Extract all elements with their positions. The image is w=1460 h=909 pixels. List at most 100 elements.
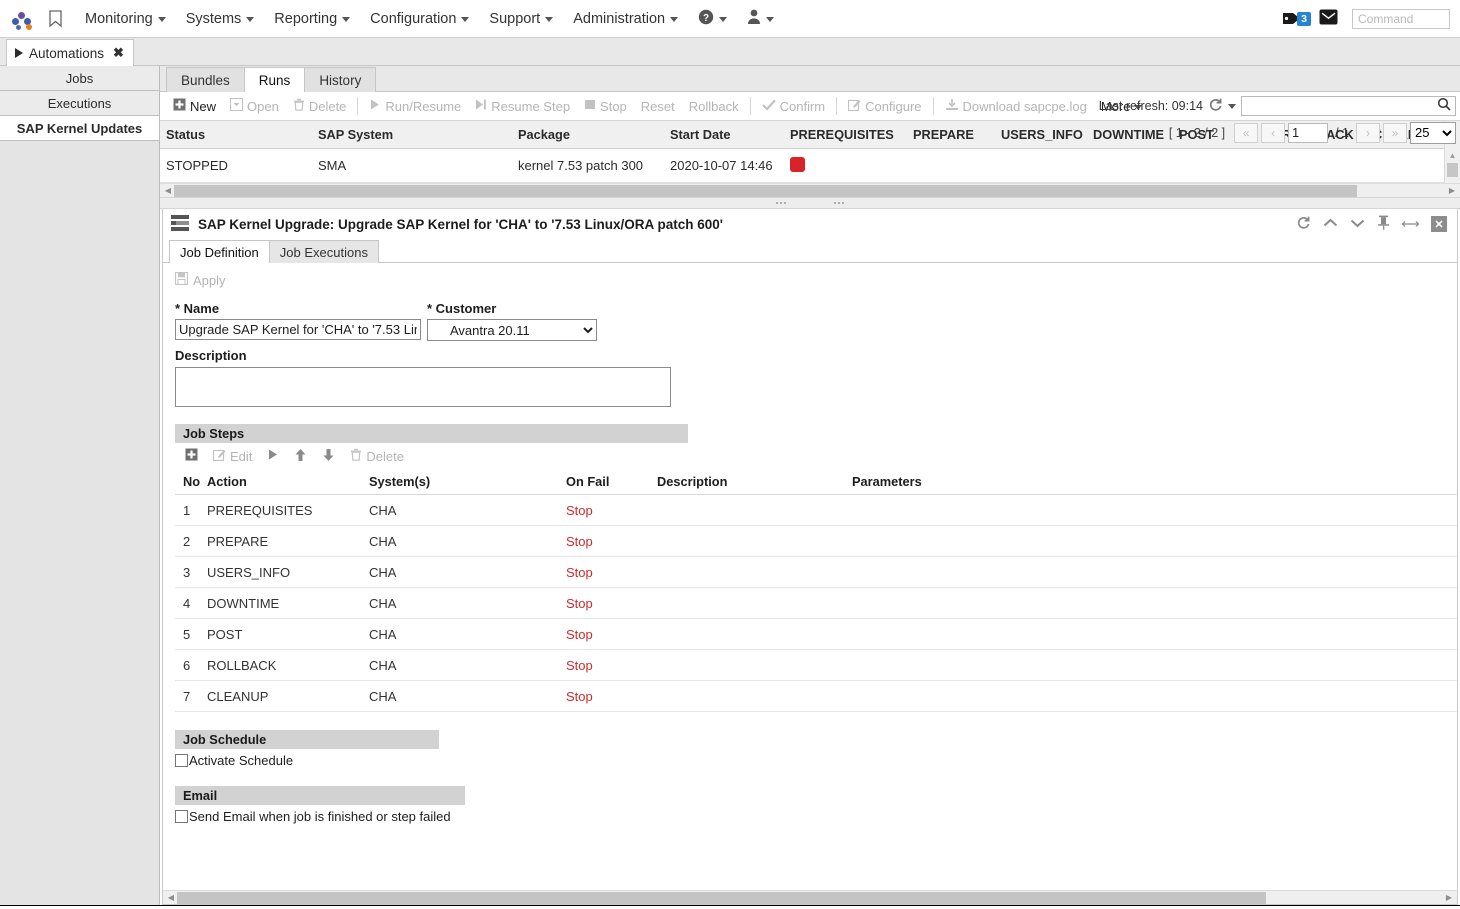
avantra-logo[interactable] [10, 6, 36, 32]
cell-on-fail[interactable]: Stop [566, 565, 657, 580]
configure-button[interactable]: Configure [841, 95, 928, 117]
sidebar-item-jobs[interactable]: Jobs [0, 66, 159, 91]
grid-col-users-info[interactable]: USERS_INFO [995, 127, 1087, 142]
cell-on-fail[interactable]: Stop [566, 534, 657, 549]
grid-col-start-date[interactable]: Start Date [664, 127, 784, 142]
table-row[interactable]: 4 DOWNTIME CHA Stop [175, 588, 1457, 619]
tag-icon[interactable]: 3 [1282, 11, 1311, 26]
table-row[interactable]: 5 POST CHA Stop [175, 619, 1457, 650]
window-tab-automations[interactable]: Automations ✖ [6, 39, 134, 66]
delete-step-button[interactable]: Delete [344, 445, 410, 467]
grid-col-status[interactable]: Status [160, 127, 312, 142]
scrollbar-track[interactable] [177, 892, 1443, 904]
reset-button[interactable]: Reset [634, 95, 682, 117]
delete-button[interactable]: Delete [286, 95, 354, 117]
chevron-down-icon [719, 17, 727, 22]
table-row[interactable]: 7 CLEANUP CHA Stop [175, 681, 1457, 712]
table-row[interactable]: 2 PREPARE CHA Stop [175, 526, 1457, 557]
name-input[interactable] [175, 319, 421, 340]
scrollbar-thumb[interactable] [177, 892, 1266, 904]
command-input[interactable] [1352, 9, 1450, 29]
move-step-down-button[interactable] [316, 445, 341, 467]
tab-bundles[interactable]: Bundles [166, 67, 245, 92]
nav-item-reporting[interactable]: Reporting [264, 0, 360, 38]
sidebar-item-sap-kernel-updates[interactable]: SAP Kernel Updates [0, 116, 159, 141]
run-resume-button[interactable]: Run/Resume [362, 95, 468, 117]
scrollbar-thumb[interactable] [1447, 163, 1458, 177]
rollback-button[interactable]: Rollback [682, 95, 746, 117]
customer-select[interactable]: Avantra 20.11 [427, 319, 597, 341]
mail-icon[interactable] [1319, 9, 1338, 28]
activate-schedule-row[interactable]: Activate Schedule [175, 753, 1457, 768]
scroll-left-icon[interactable]: ◀ [162, 186, 174, 195]
download-log-button[interactable]: Download sapcpe.log [938, 95, 1094, 117]
nav-item-user[interactable] [737, 0, 784, 38]
table-row[interactable]: 6 ROLLBACK CHA Stop [175, 650, 1457, 681]
move-step-up-button[interactable] [288, 445, 313, 467]
cell-on-fail[interactable]: Stop [566, 503, 657, 518]
nav-item-monitoring[interactable]: Monitoring [75, 0, 176, 38]
scrollbar-track[interactable] [174, 185, 1446, 197]
first-page-button[interactable]: « [1234, 123, 1258, 143]
tab-runs[interactable]: Runs [244, 67, 306, 92]
scroll-left-icon[interactable]: ◀ [165, 893, 177, 902]
pin-icon[interactable] [1377, 215, 1390, 233]
chevron-down-icon[interactable] [1228, 104, 1236, 109]
chevron-up-icon[interactable] [1323, 217, 1338, 232]
nav-item-systems[interactable]: Systems [176, 0, 265, 38]
detail-horizontal-scrollbar[interactable]: ◀ ▶ [163, 890, 1457, 904]
new-button[interactable]: New [166, 95, 223, 117]
nav-item-support[interactable]: Support [479, 0, 563, 38]
cell-on-fail[interactable]: Stop [566, 596, 657, 611]
send-email-row[interactable]: Send Email when job is finished or step … [175, 809, 1457, 824]
tab-job-definition[interactable]: Job Definition [169, 240, 270, 263]
table-row[interactable]: STOPPED SMA kernel 7.53 patch 300 2020-1… [160, 149, 1444, 183]
nav-item-help[interactable]: ? [688, 0, 737, 38]
scroll-right-icon[interactable]: ▶ [1446, 186, 1458, 195]
nav-item-configuration[interactable]: Configuration [360, 0, 479, 38]
stop-button[interactable]: Stop [577, 95, 634, 117]
page-number-input[interactable] [1288, 123, 1328, 143]
search-input[interactable] [1241, 96, 1456, 116]
sidebar-item-executions[interactable]: Executions [0, 91, 159, 116]
page-size-select[interactable]: 25 [1410, 122, 1456, 144]
send-email-checkbox[interactable] [175, 810, 188, 823]
scrollbar-thumb[interactable] [174, 185, 1357, 197]
refresh-icon[interactable] [1208, 97, 1223, 115]
scroll-up-icon[interactable]: ▲ [1449, 151, 1457, 160]
resume-step-button[interactable]: Resume Step [468, 95, 577, 117]
next-page-button[interactable]: › [1356, 123, 1380, 143]
activate-schedule-checkbox[interactable] [175, 754, 188, 767]
open-button[interactable]: Open [223, 95, 286, 117]
tab-history[interactable]: History [304, 67, 376, 92]
close-icon[interactable]: ✕ [1431, 216, 1447, 232]
scroll-right-icon[interactable]: ▶ [1443, 893, 1455, 902]
close-icon[interactable]: ✖ [113, 45, 124, 61]
panel-splitter[interactable] [160, 197, 1460, 209]
resize-horizontal-icon[interactable] [1402, 217, 1419, 232]
nav-item-administration[interactable]: Administration [563, 0, 688, 38]
grid-horizontal-scrollbar[interactable]: ◀ ▶ [160, 183, 1460, 197]
chevron-down-icon[interactable] [1350, 217, 1365, 232]
confirm-button[interactable]: Confirm [755, 95, 833, 117]
last-page-button[interactable]: » [1383, 123, 1407, 143]
refresh-icon[interactable] [1296, 215, 1311, 233]
table-row[interactable]: 3 USERS_INFO CHA Stop [175, 557, 1457, 588]
apply-button[interactable]: Apply [175, 269, 1457, 291]
prev-page-button[interactable]: ‹ [1261, 123, 1285, 143]
add-step-button[interactable] [179, 445, 204, 467]
edit-step-button[interactable]: Edit [207, 445, 258, 467]
cell-on-fail[interactable]: Stop [566, 627, 657, 642]
grid-col-package[interactable]: Package [512, 127, 664, 142]
tab-job-executions[interactable]: Job Executions [269, 240, 379, 263]
run-step-button[interactable] [261, 445, 285, 467]
bookmark-icon[interactable] [48, 10, 63, 28]
table-row[interactable]: 1 PREREQUISITES CHA Stop [175, 495, 1457, 526]
grid-col-prepare[interactable]: PREPARE [907, 127, 995, 142]
cell-on-fail[interactable]: Stop [566, 689, 657, 704]
cell-action: CLEANUP [207, 689, 369, 704]
grid-col-sap-system[interactable]: SAP System [312, 127, 512, 142]
cell-on-fail[interactable]: Stop [566, 658, 657, 673]
grid-col-prerequisites[interactable]: PREREQUISITES [784, 127, 907, 142]
description-textarea[interactable] [175, 367, 671, 407]
